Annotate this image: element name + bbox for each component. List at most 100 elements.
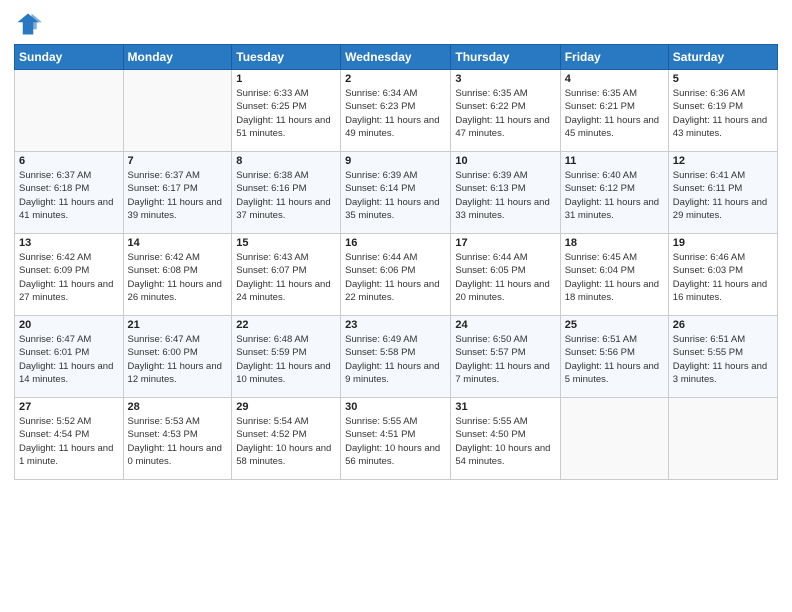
day-number: 18 [565,237,664,249]
calendar-week-2: 6 Sunrise: 6:37 AMSunset: 6:18 PMDaylight… [15,152,778,234]
calendar-cell: 15 Sunrise: 6:43 AMSunset: 6:07 PMDayligh… [232,234,341,316]
day-number: 5 [673,73,773,85]
calendar-cell: 2 Sunrise: 6:34 AMSunset: 6:23 PMDaylight… [341,70,451,152]
day-info: Sunrise: 6:48 AMSunset: 5:59 PMDaylight:… [236,333,336,386]
weekday-header-monday: Monday [123,45,232,70]
calendar-week-4: 20Sunrise: 6:47 AMSunset: 6:01 PMDayligh… [15,316,778,398]
calendar-cell: 1Sunrise: 6:33 AMSunset: 6:25 PMDaylight… [232,70,341,152]
calendar-cell: 17 Sunrise: 6:44 AMSunset: 6:05 PMDayligh… [451,234,560,316]
calendar-cell: 31Sunrise: 5:55 AMSunset: 4:50 PMDayligh… [451,398,560,480]
day-info: Sunrise: 6:36 AMSunset: 6:19 PMDaylight:… [673,87,773,140]
day-number: 13 [19,237,119,249]
day-number: 17 [455,237,555,249]
calendar-week-1: 1Sunrise: 6:33 AMSunset: 6:25 PMDaylight… [15,70,778,152]
day-number: 11 [565,155,664,167]
calendar-cell: 8 Sunrise: 6:38 AMSunset: 6:16 PMDaylight… [232,152,341,234]
day-number: 1 [236,73,336,85]
day-info: Sunrise: 6:35 AMSunset: 6:22 PMDaylight:… [455,87,555,140]
day-info: Sunrise: 6:51 AMSunset: 5:55 PMDaylight:… [673,333,773,386]
day-number: 28 [128,401,228,413]
day-number: 26 [673,319,773,331]
day-info: Sunrise: 6:38 AMSunset: 6:16 PMDaylight:… [236,169,336,222]
day-number: 21 [128,319,228,331]
calendar-cell: 18 Sunrise: 6:45 AMSunset: 6:04 PMDayligh… [560,234,668,316]
calendar-cell [123,70,232,152]
weekday-header-saturday: Saturday [668,45,777,70]
day-info: Sunrise: 6:50 AMSunset: 5:57 PMDaylight:… [455,333,555,386]
calendar-cell [560,398,668,480]
day-info: Sunrise: 6:35 AMSunset: 6:21 PMDaylight:… [565,87,664,140]
calendar-cell: 24 Sunrise: 6:50 AMSunset: 5:57 PMDayligh… [451,316,560,398]
calendar-cell: 3 Sunrise: 6:35 AMSunset: 6:22 PMDaylight… [451,70,560,152]
day-info: Sunrise: 6:34 AMSunset: 6:23 PMDaylight:… [345,87,446,140]
day-number: 16 [345,237,446,249]
calendar-cell: 26 Sunrise: 6:51 AMSunset: 5:55 PMDayligh… [668,316,777,398]
day-number: 24 [455,319,555,331]
day-number: 2 [345,73,446,85]
day-number: 23 [345,319,446,331]
calendar-cell: 21 Sunrise: 6:47 AMSunset: 6:00 PMDayligh… [123,316,232,398]
day-number: 22 [236,319,336,331]
weekday-header-row: SundayMondayTuesdayWednesdayThursdayFrid… [15,45,778,70]
day-number: 10 [455,155,555,167]
weekday-header-tuesday: Tuesday [232,45,341,70]
page-container: SundayMondayTuesdayWednesdayThursdayFrid… [0,0,792,612]
calendar-cell: 11 Sunrise: 6:40 AMSunset: 6:12 PMDayligh… [560,152,668,234]
day-number: 27 [19,401,119,413]
day-number: 8 [236,155,336,167]
weekday-header-sunday: Sunday [15,45,124,70]
logo-icon [14,10,42,38]
calendar-table: SundayMondayTuesdayWednesdayThursdayFrid… [14,44,778,480]
calendar-cell [15,70,124,152]
day-number: 19 [673,237,773,249]
calendar-cell: 20Sunrise: 6:47 AMSunset: 6:01 PMDayligh… [15,316,124,398]
day-info: Sunrise: 6:46 AMSunset: 6:03 PMDaylight:… [673,251,773,304]
day-info: Sunrise: 6:39 AMSunset: 6:13 PMDaylight:… [455,169,555,222]
day-number: 25 [565,319,664,331]
calendar-cell: 14 Sunrise: 6:42 AMSunset: 6:08 PMDayligh… [123,234,232,316]
calendar-cell: 30 Sunrise: 5:55 AMSunset: 4:51 PMDayligh… [341,398,451,480]
day-number: 31 [455,401,555,413]
day-info: Sunrise: 6:42 AMSunset: 6:08 PMDaylight:… [128,251,228,304]
weekday-header-thursday: Thursday [451,45,560,70]
calendar-week-3: 13Sunrise: 6:42 AMSunset: 6:09 PMDayligh… [15,234,778,316]
day-info: Sunrise: 5:54 AMSunset: 4:52 PMDaylight:… [236,415,336,468]
calendar-cell: 16Sunrise: 6:44 AMSunset: 6:06 PMDayligh… [341,234,451,316]
calendar-cell: 9Sunrise: 6:39 AMSunset: 6:14 PMDaylight… [341,152,451,234]
header [14,10,778,38]
day-info: Sunrise: 6:43 AMSunset: 6:07 PMDaylight:… [236,251,336,304]
calendar-header: SundayMondayTuesdayWednesdayThursdayFrid… [15,45,778,70]
day-info: Sunrise: 6:49 AMSunset: 5:58 PMDaylight:… [345,333,446,386]
day-info: Sunrise: 6:45 AMSunset: 6:04 PMDaylight:… [565,251,664,304]
calendar-cell: 10 Sunrise: 6:39 AMSunset: 6:13 PMDayligh… [451,152,560,234]
calendar-cell: 4Sunrise: 6:35 AMSunset: 6:21 PMDaylight… [560,70,668,152]
day-number: 12 [673,155,773,167]
day-info: Sunrise: 5:52 AMSunset: 4:54 PMDaylight:… [19,415,119,468]
calendar-cell: 19 Sunrise: 6:46 AMSunset: 6:03 PMDayligh… [668,234,777,316]
day-info: Sunrise: 6:47 AMSunset: 6:00 PMDaylight:… [128,333,228,386]
day-info: Sunrise: 6:37 AMSunset: 6:18 PMDaylight:… [19,169,119,222]
day-number: 29 [236,401,336,413]
calendar-cell: 29 Sunrise: 5:54 AMSunset: 4:52 PMDayligh… [232,398,341,480]
calendar-cell: 23 Sunrise: 6:49 AMSunset: 5:58 PMDayligh… [341,316,451,398]
calendar-cell: 5 Sunrise: 6:36 AMSunset: 6:19 PMDaylight… [668,70,777,152]
calendar-cell: 6 Sunrise: 6:37 AMSunset: 6:18 PMDaylight… [15,152,124,234]
day-number: 6 [19,155,119,167]
day-info: Sunrise: 6:41 AMSunset: 6:11 PMDaylight:… [673,169,773,222]
day-number: 30 [345,401,446,413]
day-info: Sunrise: 6:51 AMSunset: 5:56 PMDaylight:… [565,333,664,386]
calendar-cell: 28Sunrise: 5:53 AMSunset: 4:53 PMDayligh… [123,398,232,480]
calendar-cell: 7Sunrise: 6:37 AMSunset: 6:17 PMDaylight… [123,152,232,234]
calendar-week-5: 27 Sunrise: 5:52 AMSunset: 4:54 PMDayligh… [15,398,778,480]
day-info: Sunrise: 6:44 AMSunset: 6:05 PMDaylight:… [455,251,555,304]
day-number: 20 [19,319,119,331]
day-info: Sunrise: 5:55 AMSunset: 4:51 PMDaylight:… [345,415,446,468]
day-number: 15 [236,237,336,249]
day-number: 14 [128,237,228,249]
calendar-cell: 25 Sunrise: 6:51 AMSunset: 5:56 PMDayligh… [560,316,668,398]
day-info: Sunrise: 6:40 AMSunset: 6:12 PMDaylight:… [565,169,664,222]
weekday-header-friday: Friday [560,45,668,70]
weekday-header-wednesday: Wednesday [341,45,451,70]
day-number: 3 [455,73,555,85]
calendar-cell: 12 Sunrise: 6:41 AMSunset: 6:11 PMDayligh… [668,152,777,234]
